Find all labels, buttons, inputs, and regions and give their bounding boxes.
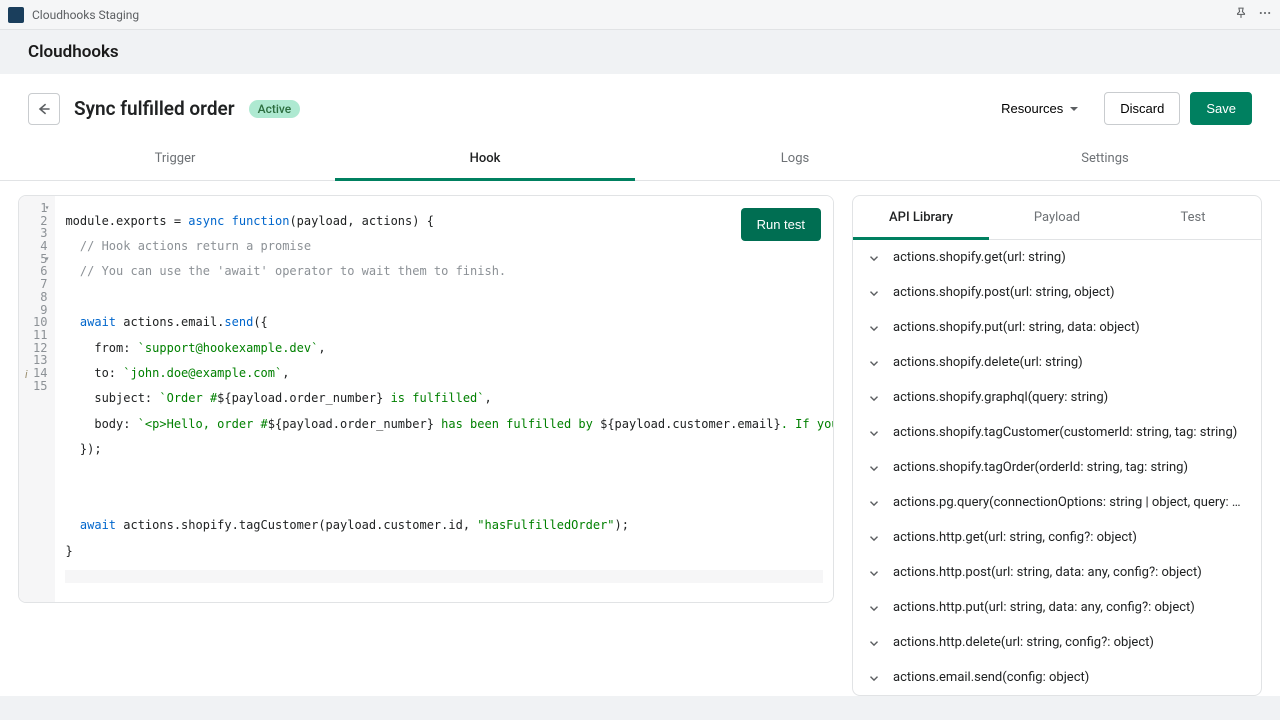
chevron-down-icon xyxy=(867,356,881,370)
api-item[interactable]: actions.http.delete(url: string, config?… xyxy=(853,625,1261,660)
resources-button[interactable]: Resources xyxy=(986,93,1094,124)
app-header: Cloudhooks xyxy=(0,30,1280,74)
api-item[interactable]: actions.shopify.post(url: string, object… xyxy=(853,275,1261,310)
api-item-label: actions.email.send(config: object) xyxy=(893,670,1089,685)
main-tabs: Trigger Hook Logs Settings xyxy=(0,137,1280,181)
chevron-down-icon xyxy=(867,601,881,615)
back-button[interactable] xyxy=(28,93,60,125)
status-badge: Active xyxy=(249,100,301,118)
resources-label: Resources xyxy=(1001,101,1063,116)
code-content[interactable]: module.exports = async function(payload,… xyxy=(55,196,833,602)
api-item-label: actions.shopify.graphql(query: string) xyxy=(893,390,1108,405)
api-item[interactable]: actions.shopify.tagOrder(orderId: string… xyxy=(853,450,1261,485)
app-title: Cloudhooks xyxy=(28,42,1252,62)
app-frame-topbar: Cloudhooks Staging xyxy=(0,0,1280,30)
api-item[interactable]: actions.http.get(url: string, config?: o… xyxy=(853,520,1261,555)
chevron-down-icon xyxy=(867,566,881,580)
api-item[interactable]: actions.shopify.put(url: string, data: o… xyxy=(853,310,1261,345)
api-item[interactable]: actions.shopify.delete(url: string) xyxy=(853,345,1261,380)
line-gutter: 1 2 3 4 5 6 7 8 9 10 11 12 13 14 15 xyxy=(19,196,55,602)
api-library-list: actions.shopify.get(url: string) actions.… xyxy=(853,240,1261,695)
chevron-down-icon xyxy=(867,321,881,335)
more-icon[interactable] xyxy=(1258,5,1272,24)
api-item[interactable]: actions.email.send(config: object) xyxy=(853,660,1261,695)
page-header: Sync fulfilled order Active Resources Di… xyxy=(0,74,1280,137)
api-item-label: actions.http.put(url: string, data: any,… xyxy=(893,600,1195,615)
chevron-down-icon xyxy=(867,251,881,265)
api-item-label: actions.shopify.post(url: string, object… xyxy=(893,285,1115,300)
side-tabs: API Library Payload Test xyxy=(853,196,1261,240)
tab-settings[interactable]: Settings xyxy=(950,137,1260,180)
code-editor-panel: i Run test 1 2 3 4 5 6 7 8 9 10 11 12 13 xyxy=(18,195,834,603)
lint-info-icon[interactable]: i xyxy=(25,368,28,381)
api-item-label: actions.shopify.put(url: string, data: o… xyxy=(893,320,1140,335)
side-tab-test[interactable]: Test xyxy=(1125,196,1261,239)
side-tab-payload[interactable]: Payload xyxy=(989,196,1125,239)
api-item[interactable]: actions.http.post(url: string, data: any… xyxy=(853,555,1261,590)
chevron-down-icon xyxy=(867,286,881,300)
save-button[interactable]: Save xyxy=(1190,92,1252,125)
api-item-label: actions.http.delete(url: string, config?… xyxy=(893,635,1154,650)
api-item[interactable]: actions.pg.query(connectionOptions: stri… xyxy=(853,485,1261,520)
api-item-label: actions.shopify.tagCustomer(customerId: … xyxy=(893,425,1237,440)
api-item-label: actions.http.get(url: string, config?: o… xyxy=(893,530,1137,545)
chevron-down-icon xyxy=(867,391,881,405)
api-item[interactable]: actions.shopify.tagCustomer(customerId: … xyxy=(853,415,1261,450)
side-tab-api[interactable]: API Library xyxy=(853,196,989,239)
api-item-label: actions.shopify.delete(url: string) xyxy=(893,355,1083,370)
app-frame-title: Cloudhooks Staging xyxy=(32,8,139,22)
page-title: Sync fulfilled order xyxy=(74,97,235,120)
api-item[interactable]: actions.http.put(url: string, data: any,… xyxy=(853,590,1261,625)
chevron-down-icon xyxy=(867,426,881,440)
side-panel: API Library Payload Test actions.shopify… xyxy=(852,195,1262,696)
tab-hook[interactable]: Hook xyxy=(330,137,640,180)
code-editor[interactable]: 1 2 3 4 5 6 7 8 9 10 11 12 13 14 15 modu… xyxy=(19,196,833,602)
api-item-label: actions.shopify.tagOrder(orderId: string… xyxy=(893,460,1188,475)
chevron-down-icon xyxy=(867,461,881,475)
pin-icon[interactable] xyxy=(1234,5,1248,24)
run-test-button[interactable]: Run test xyxy=(741,208,821,241)
discard-button[interactable]: Discard xyxy=(1104,92,1180,125)
api-item-label: actions.http.post(url: string, data: any… xyxy=(893,565,1202,580)
api-item[interactable]: actions.shopify.get(url: string) xyxy=(853,240,1261,275)
chevron-down-icon xyxy=(867,636,881,650)
tab-trigger[interactable]: Trigger xyxy=(20,137,330,180)
api-item-label: actions.shopify.get(url: string) xyxy=(893,250,1066,265)
chevron-down-icon xyxy=(867,531,881,545)
app-icon xyxy=(8,7,24,23)
api-item[interactable]: actions.shopify.graphql(query: string) xyxy=(853,380,1261,415)
chevron-down-icon xyxy=(867,671,881,685)
chevron-down-icon xyxy=(867,496,881,510)
tab-logs[interactable]: Logs xyxy=(640,137,950,180)
api-item-label: actions.pg.query(connectionOptions: stri… xyxy=(893,495,1247,510)
